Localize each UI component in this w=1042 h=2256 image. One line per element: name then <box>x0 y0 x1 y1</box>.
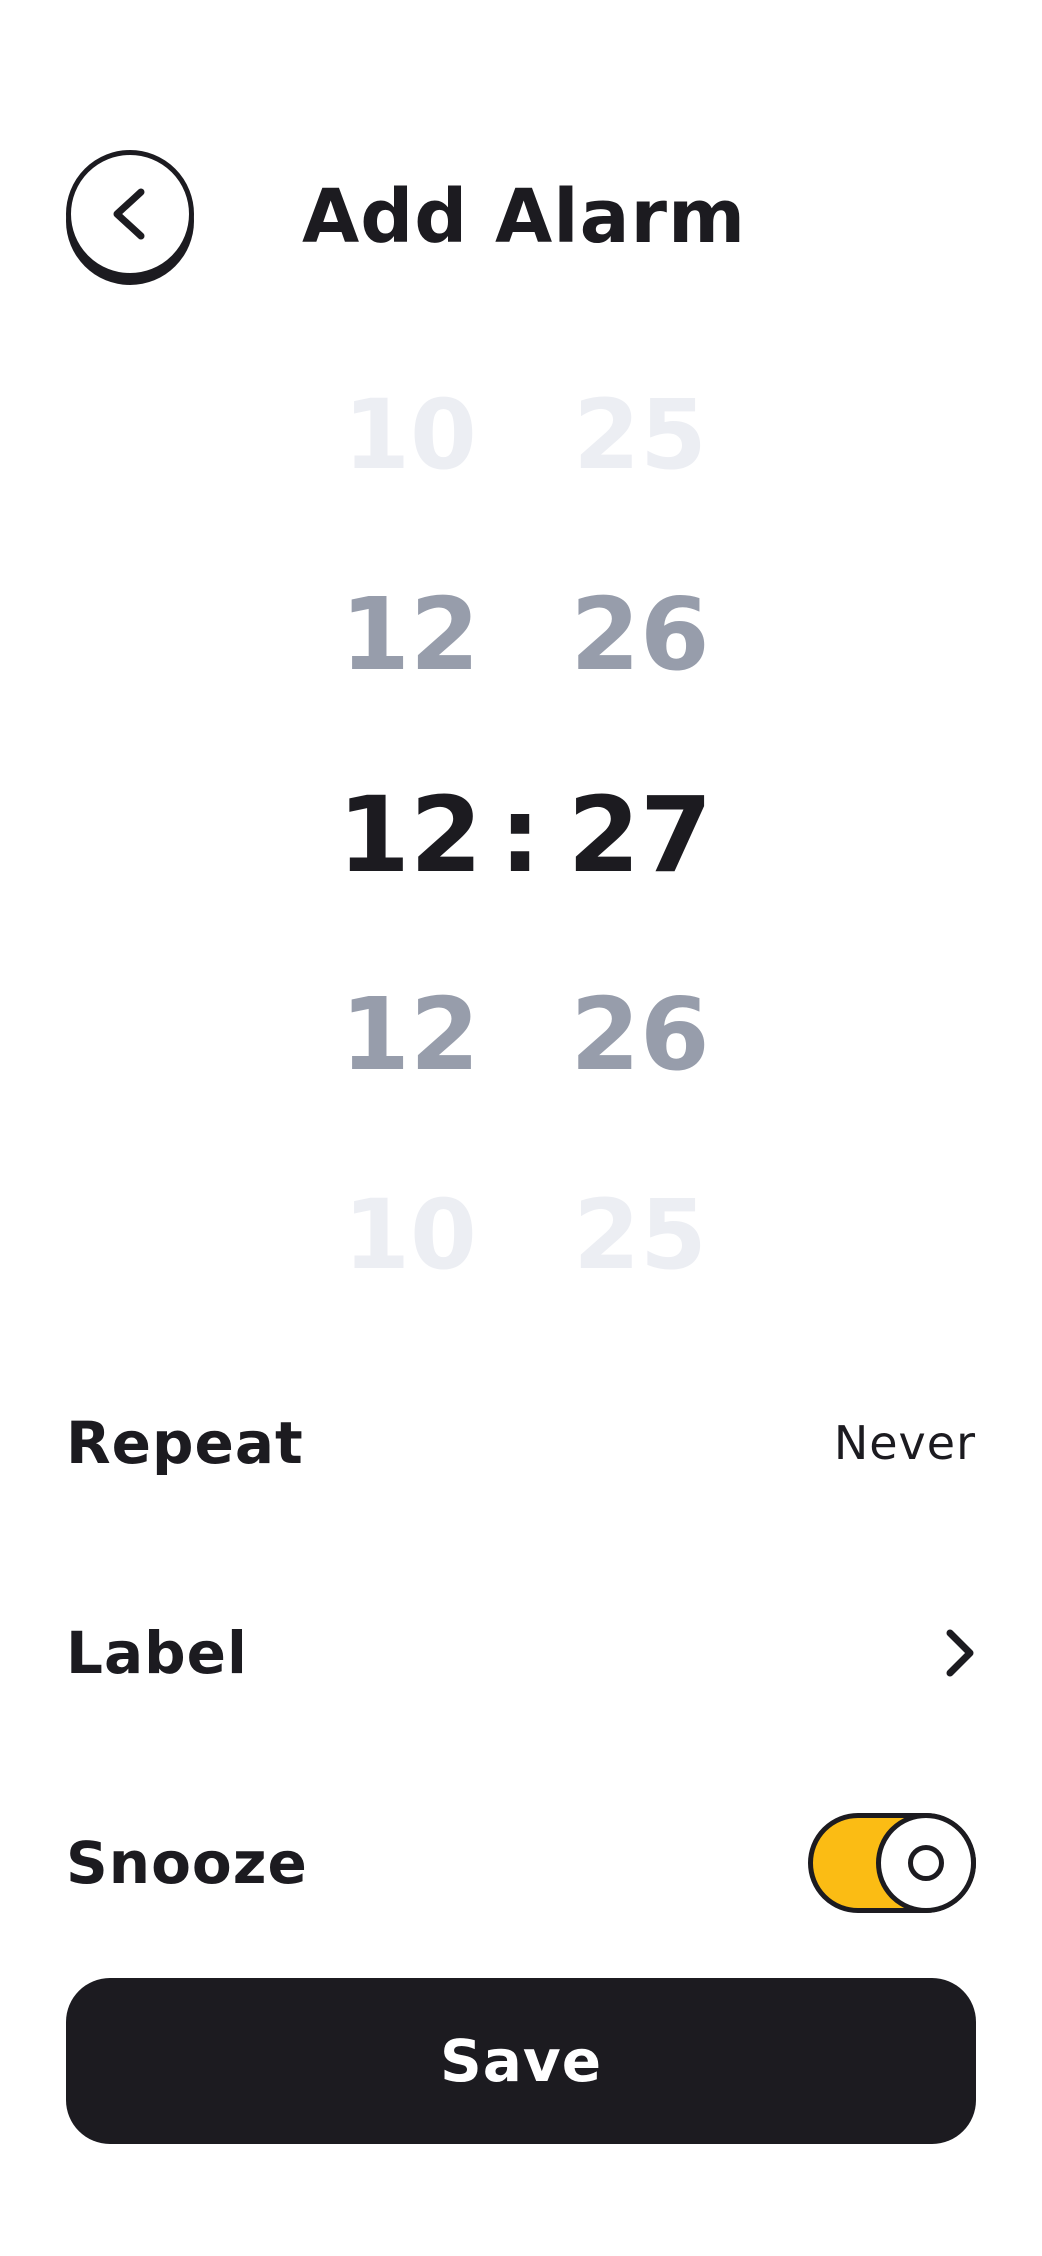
repeat-value[interactable]: Never <box>834 1416 976 1470</box>
repeat-label: Repeat <box>66 1409 304 1477</box>
label-label: Label <box>66 1619 248 1687</box>
header: Add Alarm <box>0 0 1042 300</box>
toggle-knob-ring <box>908 1845 944 1881</box>
hour-option[interactable]: 10 <box>300 1180 520 1290</box>
repeat-row[interactable]: Repeat Never <box>66 1388 976 1498</box>
time-picker[interactable]: 10 12 12 12 10 : 25 26 27 26 25 <box>0 380 1042 1330</box>
snooze-label: Snooze <box>66 1829 308 1897</box>
hour-option[interactable]: 12 <box>300 980 520 1090</box>
chevron-left-icon <box>113 188 145 240</box>
minute-option[interactable]: 25 <box>530 380 750 490</box>
back-button[interactable] <box>66 150 194 278</box>
minute-selected[interactable]: 27 <box>530 780 750 890</box>
snooze-toggle[interactable] <box>808 1813 976 1913</box>
toggle-knob <box>876 1813 976 1913</box>
minute-option[interactable]: 25 <box>530 1180 750 1290</box>
page-title: Add Alarm <box>302 174 747 260</box>
label-row[interactable]: Label <box>66 1598 976 1708</box>
minute-option[interactable]: 26 <box>530 580 750 690</box>
hour-option[interactable]: 12 <box>300 580 520 690</box>
minute-option[interactable]: 26 <box>530 980 750 1090</box>
chevron-right-icon[interactable] <box>916 1623 976 1683</box>
hour-selected[interactable]: 12 <box>300 780 520 890</box>
hour-option[interactable]: 10 <box>300 380 520 490</box>
save-button[interactable]: Save <box>66 1978 976 2144</box>
snooze-row: Snooze <box>66 1808 976 1918</box>
